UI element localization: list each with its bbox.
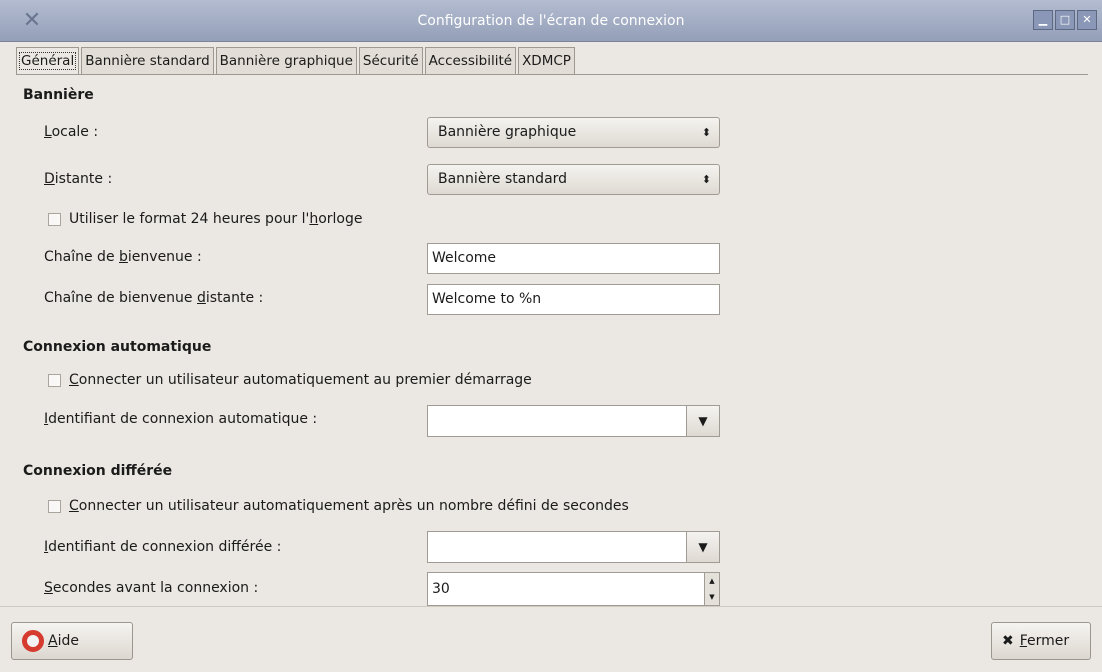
autologin-checkbox[interactable]: Connecter un utilisateur automatiquement…: [48, 372, 532, 388]
remote-banner-label: Distante :: [44, 171, 113, 187]
help-label: Aide: [48, 633, 79, 649]
remote-banner-select[interactable]: Bannière standard ⬍: [427, 164, 720, 195]
close-icon: ✖: [1002, 633, 1014, 649]
spin-up-icon[interactable]: ▲: [705, 573, 719, 589]
lifebuoy-icon: [22, 630, 44, 652]
timed-user-input[interactable]: [427, 531, 687, 563]
remote-welcome-label: Chaîne de bienvenue distante :: [44, 290, 264, 306]
tab-graphical-banner[interactable]: Bannière graphique: [215, 47, 357, 74]
autologin-user-label: Identifiant de connexion automatique :: [44, 411, 318, 427]
tab-bar: Général Bannière standard Bannière graph…: [16, 47, 577, 74]
remote-welcome-input[interactable]: Welcome to %n: [427, 284, 720, 315]
welcome-label: Chaîne de bienvenue :: [44, 249, 202, 265]
clock24-label: Utiliser le format 24 heures pour l'horl…: [69, 211, 363, 227]
combo-arrow-icon: ⬍: [701, 126, 711, 139]
tab-xdmcp[interactable]: XDMCP: [518, 47, 575, 74]
local-banner-label: Locale :: [44, 124, 99, 140]
combo-arrow-icon: ⬍: [701, 173, 711, 186]
autologin-enable-label: Connecter un utilisateur automatiquement…: [69, 372, 532, 388]
minimize-button[interactable]: ▁: [1033, 10, 1053, 30]
checkbox-box[interactable]: [48, 212, 61, 226]
dropdown-arrow-icon[interactable]: ▼: [687, 405, 720, 437]
close-button[interactable]: ✖ Fermer: [991, 622, 1091, 660]
tab-security[interactable]: Sécurité: [358, 47, 423, 74]
dropdown-arrow-icon[interactable]: ▼: [687, 531, 720, 563]
local-banner-select[interactable]: Bannière graphique ⬍: [427, 117, 720, 148]
checkbox-box[interactable]: [48, 499, 61, 513]
window-title: Configuration de l'écran de connexion: [417, 13, 685, 29]
close-label: Fermer: [1019, 633, 1070, 649]
delay-input[interactable]: 30: [427, 572, 705, 606]
checkbox-box[interactable]: [48, 373, 61, 387]
tab-general[interactable]: Général: [16, 47, 80, 74]
spin-buttons: ▲ ▼: [705, 572, 720, 606]
timed-login-enable-label: Connecter un utilisateur automatiquement…: [69, 498, 629, 514]
banner-heading: Bannière: [23, 87, 94, 103]
title-bar: ✕ Configuration de l'écran de connexion …: [0, 0, 1102, 42]
autologin-heading: Connexion automatique: [23, 339, 212, 355]
footer-divider: [0, 606, 1102, 607]
maximize-button[interactable]: □: [1055, 10, 1075, 30]
spin-down-icon[interactable]: ▼: [705, 589, 719, 605]
welcome-input[interactable]: Welcome: [427, 243, 720, 274]
delay-spinner[interactable]: 30 ▲ ▼: [427, 572, 720, 606]
timed-login-checkbox[interactable]: Connecter un utilisateur automatiquement…: [48, 498, 629, 514]
help-button[interactable]: Aide: [11, 622, 133, 660]
delay-label: Secondes avant la connexion :: [44, 580, 259, 596]
timed-login-heading: Connexion différée: [23, 463, 173, 479]
clock24-checkbox[interactable]: Utiliser le format 24 heures pour l'horl…: [48, 211, 363, 227]
timed-user-label: Identifiant de connexion différée :: [44, 539, 282, 555]
autologin-user-combo[interactable]: ▼: [427, 405, 720, 437]
tab-accessibility[interactable]: Accessibilité: [424, 47, 517, 74]
timed-user-combo[interactable]: ▼: [427, 531, 720, 563]
autologin-user-input[interactable]: [427, 405, 687, 437]
tab-standard-banner[interactable]: Bannière standard: [81, 47, 214, 74]
close-window-button[interactable]: ✕: [1077, 10, 1097, 30]
